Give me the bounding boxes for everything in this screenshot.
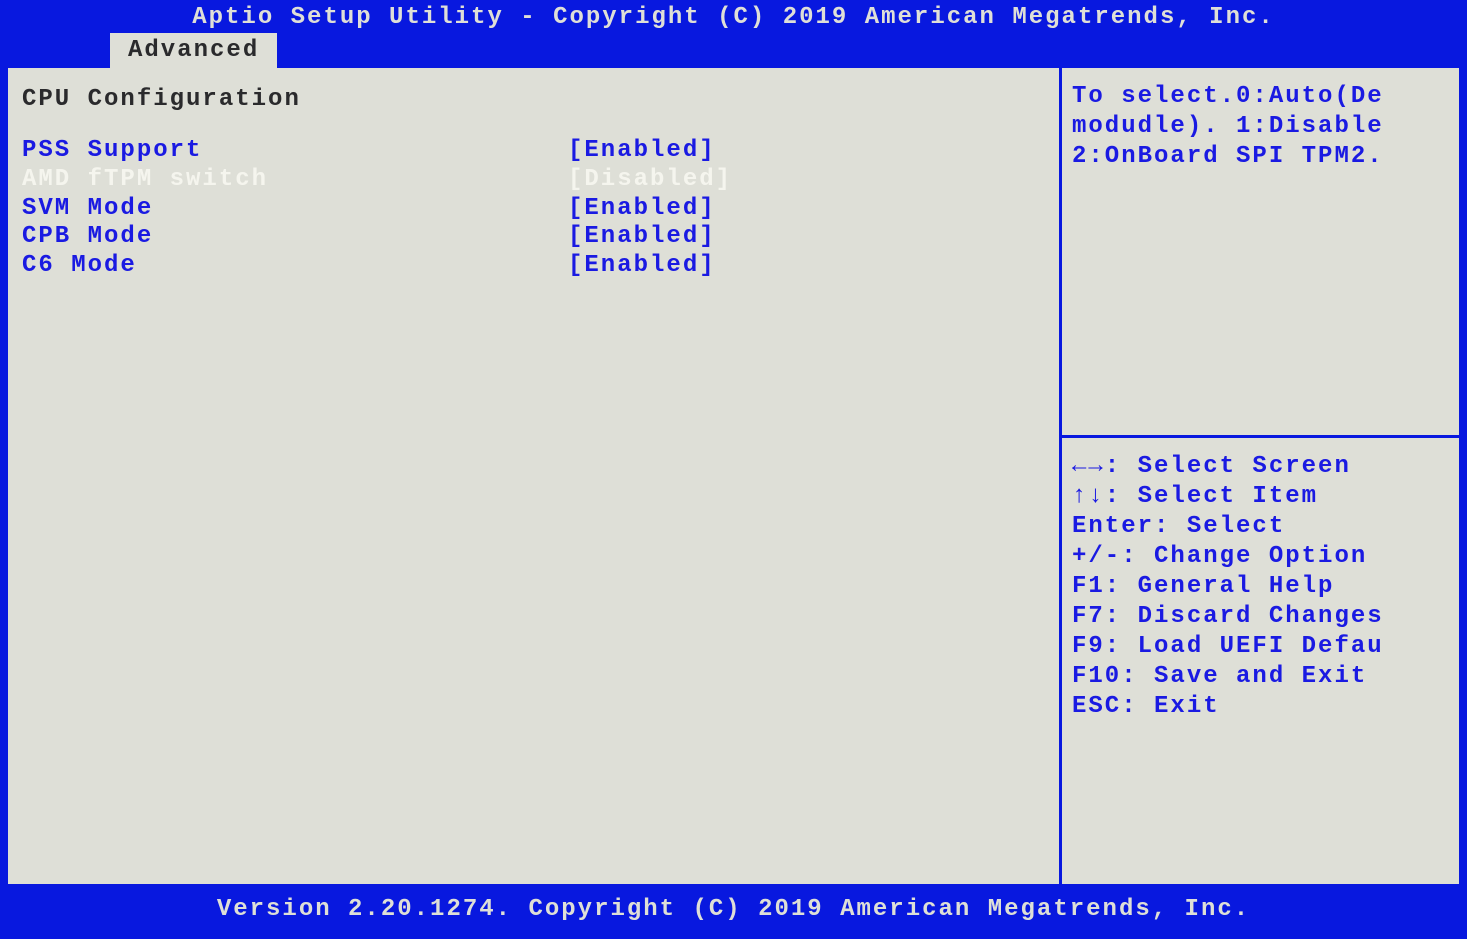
right-pane: To select.0:Auto(De modudle). 1:Disable … bbox=[1062, 68, 1459, 884]
main-area: CPU Configuration PSS Support [Enabled] … bbox=[4, 68, 1463, 884]
footer-bar: Version 2.20.1274. Copyright (C) 2019 Am… bbox=[0, 884, 1467, 939]
option-label: PSS Support bbox=[22, 137, 568, 166]
option-cpb-mode[interactable]: CPB Mode [Enabled] bbox=[22, 223, 1045, 252]
key-hint-esc-exit: ESC: Exit bbox=[1072, 692, 1449, 722]
section-title: CPU Configuration bbox=[22, 86, 1045, 137]
option-value: [Disabled] bbox=[568, 166, 732, 195]
option-c6-mode[interactable]: C6 Mode [Enabled] bbox=[22, 252, 1045, 281]
option-pss-support[interactable]: PSS Support [Enabled] bbox=[22, 137, 1045, 166]
option-value: [Enabled] bbox=[568, 137, 716, 166]
option-value: [Enabled] bbox=[568, 252, 716, 281]
key-hint-select-item: ↑↓: Select Item bbox=[1072, 482, 1449, 512]
help-text-line: To select.0:Auto(De bbox=[1072, 82, 1449, 112]
key-hint-general-help: F1: General Help bbox=[1072, 572, 1449, 602]
help-text-line: 2:OnBoard SPI TPM2. bbox=[1072, 142, 1449, 172]
keys-pane: ←→: Select Screen ↑↓: Select Item Enter:… bbox=[1062, 438, 1459, 884]
option-label: SVM Mode bbox=[22, 195, 568, 224]
settings-pane: CPU Configuration PSS Support [Enabled] … bbox=[8, 68, 1062, 884]
option-label: C6 Mode bbox=[22, 252, 568, 281]
key-hint-discard-changes: F7: Discard Changes bbox=[1072, 602, 1449, 632]
help-text-line: modudle). 1:Disable bbox=[1072, 112, 1449, 142]
key-hint-enter: Enter: Select bbox=[1072, 512, 1449, 542]
tab-row: Advanced bbox=[110, 33, 277, 68]
tab-advanced[interactable]: Advanced bbox=[110, 33, 277, 68]
option-label: CPB Mode bbox=[22, 223, 568, 252]
key-hint-load-defaults: F9: Load UEFI Defau bbox=[1072, 632, 1449, 662]
footer-text: Version 2.20.1274. Copyright (C) 2019 Am… bbox=[217, 896, 1250, 923]
key-hint-select-screen: ←→: Select Screen bbox=[1072, 452, 1449, 482]
help-pane: To select.0:Auto(De modudle). 1:Disable … bbox=[1062, 68, 1459, 438]
option-value: [Enabled] bbox=[568, 223, 716, 252]
option-label: AMD fTPM switch bbox=[22, 166, 568, 195]
option-amd-ftpm-switch[interactable]: AMD fTPM switch [Disabled] bbox=[22, 166, 1045, 195]
option-svm-mode[interactable]: SVM Mode [Enabled] bbox=[22, 195, 1045, 224]
option-value: [Enabled] bbox=[568, 195, 716, 224]
key-hint-save-exit: F10: Save and Exit bbox=[1072, 662, 1449, 692]
key-hint-change-option: +/-: Change Option bbox=[1072, 542, 1449, 572]
header-bar: Aptio Setup Utility - Copyright (C) 2019… bbox=[0, 0, 1467, 68]
app-title: Aptio Setup Utility - Copyright (C) 2019… bbox=[0, 0, 1467, 31]
